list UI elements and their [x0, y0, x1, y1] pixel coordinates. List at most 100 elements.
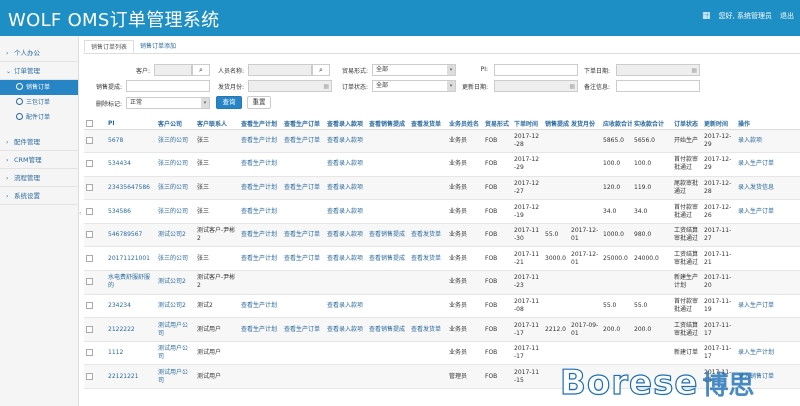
col-header[interactable]: 业务员姓名 [447, 118, 483, 130]
row-checkbox[interactable] [86, 207, 93, 215]
table-cell-link[interactable]: 查看录入款项 [325, 317, 367, 342]
tab-sales-order-list[interactable]: 销售订单列表 [84, 40, 135, 53]
row-checkbox[interactable] [86, 301, 93, 309]
table-cell-link[interactable]: 张三的公司 [156, 129, 195, 154]
table-cell-link[interactable]: 查看生产订单 [282, 176, 325, 201]
col-header[interactable]: 下单时间 [512, 118, 543, 130]
tab-sales-order-add[interactable]: 销售订单添加 [134, 40, 182, 53]
table-cell-link[interactable]: 查看录入款项 [325, 152, 367, 177]
table-cell-link[interactable]: 张三的公司 [156, 199, 195, 224]
table-cell-link[interactable]: 534434 [106, 152, 156, 177]
table-cell-link[interactable]: 534586 [106, 199, 156, 224]
table-cell-link[interactable]: 查看录入款项 [325, 129, 367, 154]
table-cell-link[interactable]: 测试用户公司 [156, 364, 195, 390]
staff-search-button[interactable]: ⌕ [312, 64, 330, 76]
table-cell-link[interactable]: 查看录入款项 [325, 176, 367, 201]
sales-input[interactable] [126, 80, 210, 92]
remark-input[interactable] [616, 80, 700, 92]
sidebar-item-parts[interactable]: › 配件管理 [0, 133, 78, 151]
select-all-checkbox[interactable] [86, 119, 93, 127]
table-cell-link[interactable]: 查看录入款项 [325, 246, 367, 272]
row-checkbox[interactable] [86, 325, 93, 333]
table-cell-link[interactable]: 查看生产计划 [239, 223, 282, 248]
sidebar-item-workflow[interactable]: › 流程管理 [0, 169, 78, 187]
table-cell-link[interactable]: 录入生产订单 [736, 294, 800, 319]
table-cell-link[interactable]: 录入生产订单 [736, 152, 800, 177]
sidebar-item-personal[interactable]: › 个人办公 [0, 44, 78, 62]
table-cell-link[interactable]: 查看生产订单 [282, 129, 325, 154]
trade-select[interactable]: 全部 ▾ [372, 64, 456, 76]
table-cell-link[interactable]: 查看录入款项 [325, 294, 367, 319]
row-checkbox[interactable] [86, 372, 93, 380]
welcome-text[interactable]: 您好, 系统管理员 [719, 11, 772, 21]
table-cell-link[interactable]: 查看生产订单 [282, 317, 325, 342]
table-cell-link[interactable]: 测试公司2 [156, 294, 195, 319]
table-cell-link[interactable]: 查看生产计划 [239, 152, 282, 177]
pi-input[interactable] [494, 64, 578, 76]
col-header[interactable]: 发货月份 [569, 118, 601, 130]
table-cell-link[interactable]: 234234 [106, 294, 156, 319]
table-cell-link[interactable]: 查看发货单 [409, 246, 447, 272]
sidebar-collapse-icon[interactable]: ‹ [79, 210, 81, 217]
sidebar-sub-sales-orders[interactable]: 销售订单 [0, 80, 78, 95]
table-cell-link[interactable]: 录入款项 [736, 129, 800, 154]
table-cell-link[interactable]: 1112 [106, 341, 156, 366]
row-checkbox[interactable] [86, 136, 93, 144]
sidebar-item-orders[interactable]: ⌄ 订单管理 [0, 62, 78, 80]
delete-flag-select[interactable]: 正常 ▾ [126, 97, 210, 109]
sidebar-sub-parts-orders[interactable]: 配件订单 [0, 110, 78, 125]
table-cell-link[interactable]: 查看销售提成 [367, 246, 409, 272]
table-cell-link[interactable]: 查看生产订单 [282, 246, 325, 272]
table-cell-link[interactable]: 录入发货信息 [736, 176, 800, 201]
table-cell-link[interactable]: 22121221 [106, 364, 156, 390]
table-cell-link[interactable]: 查看生产计划 [239, 176, 282, 201]
logout-link[interactable]: 退出 [780, 11, 794, 21]
staff-field[interactable] [248, 64, 312, 76]
order-date-input[interactable]: ▦ [616, 64, 700, 76]
col-header[interactable]: 订单状态 [672, 118, 702, 130]
sidebar-item-crm[interactable]: › CRM管理 [0, 151, 78, 169]
customer-field[interactable] [154, 64, 192, 76]
col-header[interactable]: 应收款合计 [601, 118, 632, 130]
table-cell-link[interactable]: 查看生产计划 [239, 246, 282, 272]
table-cell-link[interactable]: 测试用户公司 [156, 341, 195, 366]
table-cell-link[interactable]: 录入生产订单 [736, 199, 800, 224]
ship-month-input[interactable]: ▦ [248, 80, 332, 92]
table-cell-link[interactable]: 20171121001 [106, 246, 156, 272]
table-cell-link[interactable]: 测试公司2 [156, 223, 195, 248]
table-cell-link[interactable]: 查看录入款项 [325, 223, 367, 248]
table-cell-link[interactable]: 查看发货单 [409, 317, 447, 342]
row-checkbox[interactable] [86, 231, 93, 239]
table-cell-link[interactable]: 23435647586 [106, 176, 156, 201]
table-cell-link[interactable]: 查看生产订单 [282, 223, 325, 248]
col-header[interactable]: PI [106, 118, 156, 130]
customer-search-button[interactable]: ⌕ [192, 64, 210, 76]
table-cell-link[interactable]: 查看录入款项 [325, 199, 367, 224]
table-cell-link[interactable]: 水电费舒服舒服的 [106, 270, 156, 295]
table-cell-link[interactable]: 查看生产计划 [239, 129, 282, 154]
table-cell-link[interactable]: 查看发货单 [409, 223, 447, 248]
col-header[interactable]: 贸易形式 [483, 118, 512, 130]
col-header[interactable]: 客户联系人 [195, 118, 239, 130]
table-cell-link[interactable]: 546789567 [106, 223, 156, 248]
status-select[interactable]: 全部 ▾ [372, 80, 456, 92]
table-cell-link[interactable]: 查看生产计划 [239, 294, 282, 319]
grid-icon[interactable]: ▦ [702, 11, 711, 21]
col-header[interactable]: 更新时间 [702, 118, 736, 130]
col-header[interactable]: 客户公司 [156, 118, 195, 130]
table-cell-link[interactable]: 5678 [106, 129, 156, 154]
row-checkbox[interactable] [86, 160, 93, 168]
update-date-input[interactable]: ▦ [494, 80, 578, 92]
reset-button[interactable]: 重置 [247, 96, 271, 109]
table-cell-link[interactable]: 张三的公司 [156, 176, 195, 201]
col-header[interactable]: 销售提成 [543, 118, 569, 130]
table-cell-link[interactable]: 查看销售提成 [367, 223, 409, 248]
table-cell-link[interactable]: 查看生产计划 [239, 199, 282, 224]
table-cell-link[interactable]: 张三的公司 [156, 152, 195, 177]
row-checkbox[interactable] [86, 349, 93, 357]
table-cell-link[interactable]: 测试用户公司 [156, 317, 195, 342]
table-cell-link[interactable]: 张三的公司 [156, 246, 195, 272]
row-checkbox[interactable] [86, 278, 93, 286]
row-checkbox[interactable] [86, 254, 93, 262]
sidebar-sub-warranty-orders[interactable]: 三包订单 [0, 95, 78, 110]
